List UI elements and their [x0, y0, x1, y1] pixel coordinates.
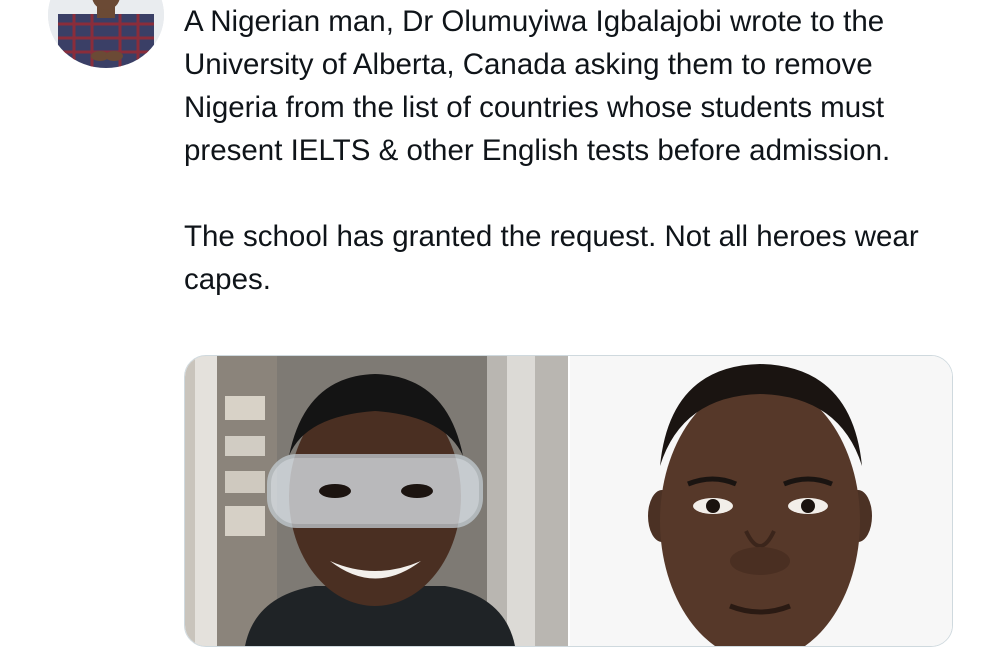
- avatar[interactable]: [48, 0, 164, 68]
- tweet-text: A Nigerian man, Dr Olumuyiwa Igbalajobi …: [184, 0, 974, 301]
- avatar-photo: [48, 0, 164, 68]
- photo-man-portrait: [570, 356, 952, 646]
- media-photo-left[interactable]: [185, 356, 570, 646]
- tweet-text-paragraph: The school has granted the request. Not …: [184, 220, 919, 296]
- photo-man-with-goggles: [185, 356, 568, 646]
- tweet-text-paragraph: A Nigerian man, Dr Olumuyiwa Igbalajobi …: [184, 5, 891, 167]
- tweet-media[interactable]: [184, 355, 953, 647]
- media-photo-right[interactable]: [570, 356, 952, 646]
